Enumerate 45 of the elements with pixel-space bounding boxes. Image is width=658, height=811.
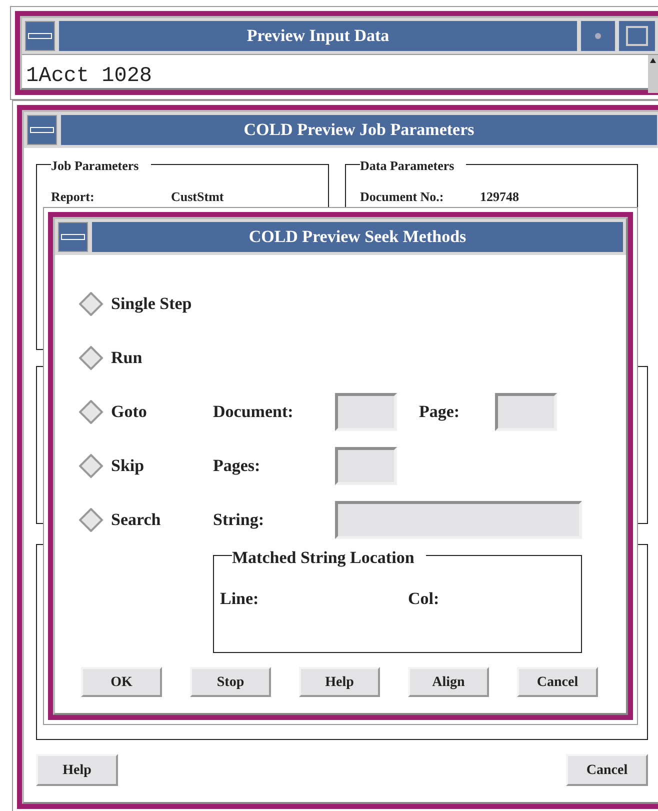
window-menu-button[interactable] (25, 21, 55, 51)
field-label: Document: (213, 401, 294, 424)
text-field[interactable] (335, 501, 582, 539)
dialog-button[interactable]: Align (408, 667, 489, 697)
minimize-button[interactable] (581, 21, 615, 51)
dialog-button[interactable]: OK (81, 667, 162, 697)
square-icon (626, 26, 648, 46)
method-label: Search (111, 509, 162, 532)
dialog-button[interactable]: Help (299, 667, 380, 697)
window-title: COLD Preview Job Parameters (61, 115, 657, 145)
method-label: Goto (111, 401, 148, 424)
menu-bar-icon (61, 234, 85, 240)
window-menu-button[interactable] (58, 222, 88, 252)
up-arrow-icon (650, 58, 656, 63)
field-label: Document No.: (360, 188, 445, 206)
text-field[interactable] (335, 447, 397, 485)
radio-diamond[interactable] (79, 292, 103, 316)
menu-bar-icon (30, 127, 54, 133)
window-title: Preview Input Data (59, 21, 577, 51)
field-label: Col: (408, 588, 440, 610)
menu-bar-icon (28, 33, 52, 39)
radio-diamond[interactable] (79, 346, 103, 370)
field-label: Page: (419, 401, 461, 424)
window-menu-button[interactable] (27, 115, 57, 145)
data-text: 1Acct 1028 (25, 64, 154, 90)
field-label: Line: (220, 588, 260, 610)
field-label: String: (213, 509, 265, 532)
dialog-button[interactable]: Stop (190, 667, 271, 697)
radio-diamond[interactable] (79, 508, 103, 532)
method-label: Run (111, 347, 144, 370)
text-field[interactable] (335, 393, 397, 431)
scrollbar[interactable] (648, 55, 658, 92)
field-label: Report: (51, 188, 96, 206)
method-label: Skip (111, 455, 146, 478)
text-field[interactable] (495, 393, 557, 431)
radio-diamond[interactable] (79, 400, 103, 424)
radio-diamond[interactable] (79, 454, 103, 478)
dialog-button[interactable]: Cancel (566, 754, 648, 786)
field-value: 129748 (480, 188, 519, 206)
field-label: Pages: (213, 455, 262, 478)
window-title: COLD Preview Seek Methods (92, 222, 623, 252)
dialog-button[interactable]: Cancel (517, 667, 598, 697)
dialog-button[interactable]: Help (36, 754, 118, 786)
field-value: CustStmt (171, 188, 224, 206)
method-label: Single Step (111, 293, 193, 316)
